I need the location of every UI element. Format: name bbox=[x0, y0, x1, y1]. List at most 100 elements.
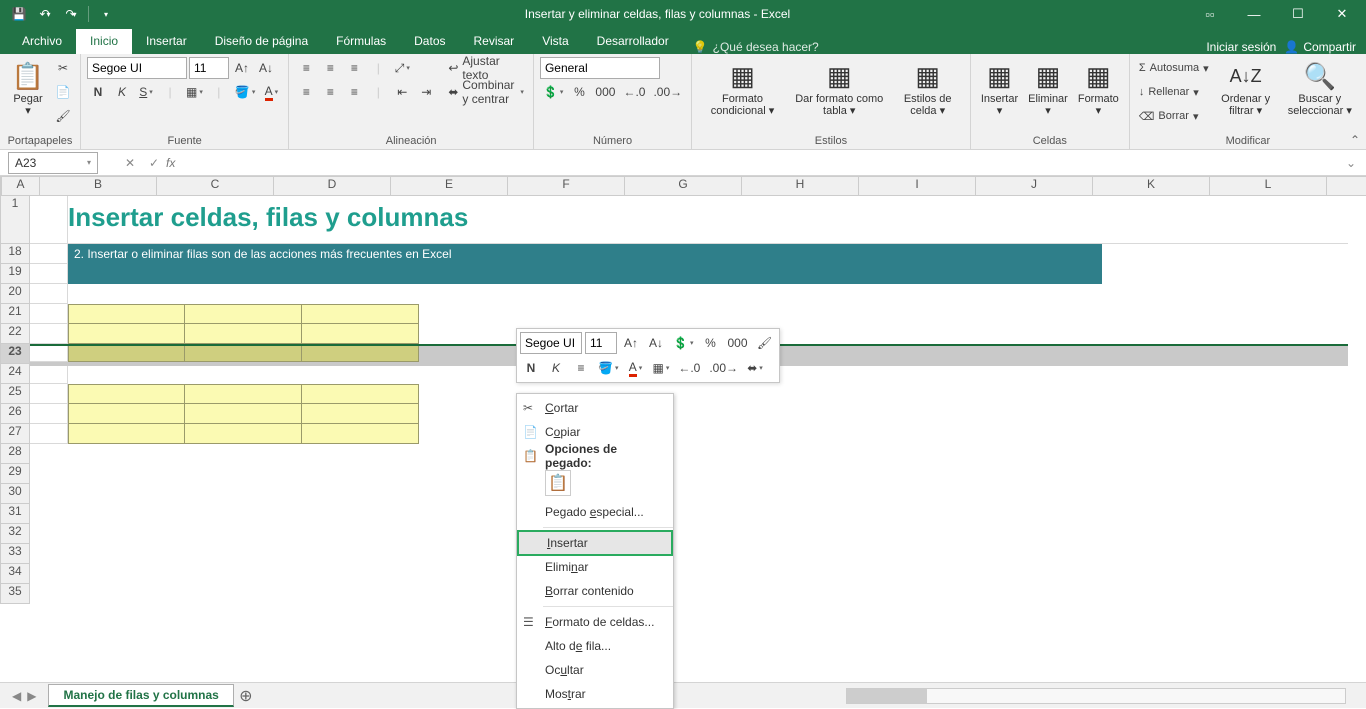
percent-format-icon[interactable]: % bbox=[568, 81, 590, 103]
row-header-30[interactable]: 30 bbox=[0, 484, 30, 504]
increase-decimal-icon[interactable]: ←.0 bbox=[620, 81, 648, 103]
cut-icon[interactable]: ✂ bbox=[52, 57, 74, 79]
row-header-31[interactable]: 31 bbox=[0, 504, 30, 524]
delete-cells-button[interactable]: ▦Eliminar▾ bbox=[1024, 57, 1072, 119]
column-header-K[interactable]: K bbox=[1093, 176, 1210, 196]
cells-viewport[interactable]: Insertar celdas, filas y columnas 2. Ins… bbox=[30, 196, 1348, 664]
new-sheet-button[interactable]: ⊕ bbox=[234, 686, 258, 706]
decrease-decimal-icon[interactable]: .00→ bbox=[650, 81, 685, 103]
row-header-35[interactable]: 35 bbox=[0, 584, 30, 604]
column-header-C[interactable]: C bbox=[157, 176, 274, 196]
tell-me[interactable]: 💡 ¿Qué desea hacer? bbox=[683, 40, 829, 54]
row-header-23[interactable]: 23 bbox=[0, 344, 30, 364]
cancel-formula-icon[interactable]: ✕ bbox=[118, 156, 142, 170]
share-button[interactable]: 👤 Compartir bbox=[1284, 40, 1356, 54]
cell-styles-button[interactable]: ▦Estilos de celda ▾ bbox=[892, 57, 964, 119]
restore-button[interactable]: ☐ bbox=[1278, 0, 1318, 28]
ctx-hide[interactable]: Ocultar bbox=[517, 658, 673, 682]
italic-button[interactable]: K bbox=[111, 81, 133, 103]
expand-formula-bar-icon[interactable]: ⌄ bbox=[1346, 156, 1366, 170]
row-header-27[interactable]: 27 bbox=[0, 424, 30, 444]
enter-formula-icon[interactable]: ✓ bbox=[142, 156, 166, 170]
column-header-B[interactable]: B bbox=[40, 176, 157, 196]
row-header-21[interactable]: 21 bbox=[0, 304, 30, 324]
row-header-22[interactable]: 22 bbox=[0, 324, 30, 344]
clear-button[interactable]: ⌫Borrar ▾ bbox=[1136, 105, 1212, 127]
tab-home[interactable]: Inicio bbox=[76, 29, 132, 54]
decrease-indent-icon[interactable]: ⇤ bbox=[391, 81, 413, 103]
underline-button[interactable]: S bbox=[135, 81, 157, 103]
sheet-next-icon[interactable]: ▶ bbox=[27, 689, 36, 703]
column-header-F[interactable]: F bbox=[508, 176, 625, 196]
wrap-text-button[interactable]: ↩Ajustar texto bbox=[445, 57, 527, 79]
border-button[interactable]: ▦ bbox=[183, 81, 206, 103]
mini-dec-decimal-icon[interactable]: .00→ bbox=[706, 357, 741, 379]
align-left-icon[interactable]: ≡ bbox=[295, 81, 317, 103]
column-header-L[interactable]: L bbox=[1210, 176, 1327, 196]
tab-page-layout[interactable]: Diseño de página bbox=[201, 29, 322, 54]
column-header-A[interactable]: A bbox=[2, 176, 40, 196]
column-header-G[interactable]: G bbox=[625, 176, 742, 196]
ribbon-options-icon[interactable]: ▫▫ bbox=[1190, 0, 1230, 28]
mini-italic[interactable]: K bbox=[545, 357, 567, 379]
format-as-table-button[interactable]: ▦Dar formato como tabla ▾ bbox=[789, 57, 890, 119]
tab-developer[interactable]: Desarrollador bbox=[583, 29, 683, 54]
ctx-insert[interactable]: Insertar bbox=[517, 530, 673, 556]
row-header-26[interactable]: 26 bbox=[0, 404, 30, 424]
row-header-32[interactable]: 32 bbox=[0, 524, 30, 544]
copy-icon[interactable]: 📄 bbox=[52, 81, 74, 103]
tab-review[interactable]: Revisar bbox=[460, 29, 529, 54]
mini-fill-color-icon[interactable]: 🪣 bbox=[595, 357, 621, 379]
sign-in-link[interactable]: Iniciar sesión bbox=[1206, 40, 1276, 54]
ctx-delete[interactable]: Eliminar bbox=[517, 555, 673, 579]
row-header-25[interactable]: 25 bbox=[0, 384, 30, 404]
column-header-J[interactable]: J bbox=[976, 176, 1093, 196]
sort-filter-button[interactable]: A↓ZOrdenar y filtrar ▾ bbox=[1214, 57, 1278, 119]
comma-format-icon[interactable]: 000 bbox=[592, 81, 618, 103]
paste-option-default[interactable]: 📋 bbox=[545, 470, 571, 496]
name-box[interactable]: A23▾ bbox=[8, 152, 98, 174]
column-header-H[interactable]: H bbox=[742, 176, 859, 196]
row-header-33[interactable]: 33 bbox=[0, 544, 30, 564]
formula-input[interactable] bbox=[183, 152, 1346, 174]
autosum-button[interactable]: ΣAutosuma ▾ bbox=[1136, 57, 1212, 79]
mini-format-painter-icon[interactable]: 🖌 bbox=[754, 332, 776, 354]
mini-inc-decimal-icon[interactable]: ←.0 bbox=[675, 357, 703, 379]
mini-accounting-icon[interactable]: 💲 bbox=[670, 332, 696, 354]
ctx-format-cells[interactable]: ☰Formato de celdas... bbox=[517, 610, 673, 634]
ctx-row-height[interactable]: Alto de fila... bbox=[517, 634, 673, 658]
row-header-18[interactable]: 18 bbox=[0, 244, 30, 264]
mini-font-name[interactable] bbox=[520, 332, 582, 354]
decrease-font-icon[interactable]: A↓ bbox=[255, 57, 277, 79]
align-top-icon[interactable]: ≡ bbox=[295, 57, 317, 79]
format-cells-button[interactable]: ▦Formato▾ bbox=[1074, 57, 1123, 119]
paste-button[interactable]: 📋 Pegar▾ bbox=[6, 57, 50, 119]
row-header-1[interactable]: 1 bbox=[0, 196, 30, 244]
number-format-select[interactable] bbox=[540, 57, 660, 79]
ctx-clear-contents[interactable]: Borrar contenido bbox=[517, 579, 673, 603]
qat-customize-icon[interactable]: ▾ bbox=[95, 3, 117, 25]
mini-increase-font-icon[interactable]: A↑ bbox=[620, 332, 642, 354]
font-size-input[interactable] bbox=[189, 57, 229, 79]
ctx-show[interactable]: Mostrar bbox=[517, 682, 673, 706]
tab-file[interactable]: Archivo bbox=[8, 29, 76, 54]
collapse-ribbon-icon[interactable]: ⌃ bbox=[1350, 133, 1360, 147]
column-header-I[interactable]: I bbox=[859, 176, 976, 196]
mini-font-color-icon[interactable]: A bbox=[624, 357, 646, 379]
mini-font-size[interactable] bbox=[585, 332, 617, 354]
tab-insert[interactable]: Insertar bbox=[132, 29, 201, 54]
column-header-D[interactable]: D bbox=[274, 176, 391, 196]
mini-bold[interactable]: N bbox=[520, 357, 542, 379]
row-header-20[interactable]: 20 bbox=[0, 284, 30, 304]
fx-icon[interactable]: fx bbox=[166, 156, 183, 170]
fill-button[interactable]: ↓Rellenar ▾ bbox=[1136, 81, 1212, 103]
close-button[interactable]: ✕ bbox=[1322, 0, 1362, 28]
font-color-button[interactable]: A bbox=[260, 81, 282, 103]
ctx-paste-special[interactable]: Pegado especial... bbox=[517, 500, 673, 524]
row-header-34[interactable]: 34 bbox=[0, 564, 30, 584]
align-middle-icon[interactable]: ≡ bbox=[319, 57, 341, 79]
sheet-tab-active[interactable]: Manejo de filas y columnas bbox=[48, 684, 233, 707]
font-name-input[interactable] bbox=[87, 57, 187, 79]
column-header-E[interactable]: E bbox=[391, 176, 508, 196]
ctx-cut[interactable]: ✂Cortar bbox=[517, 396, 673, 420]
